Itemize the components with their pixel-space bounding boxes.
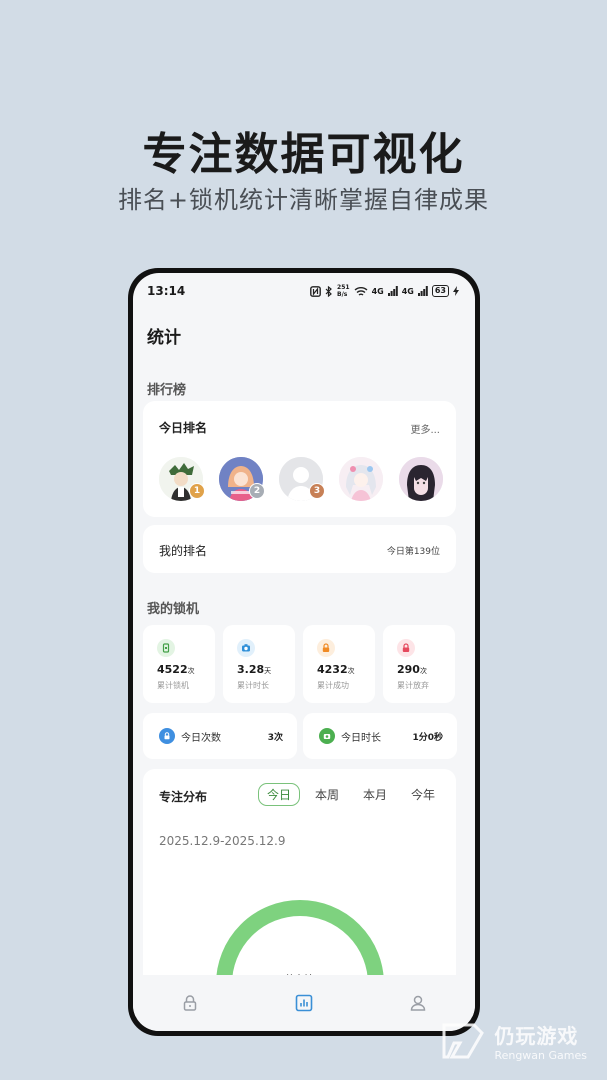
stat-value: 290次	[397, 663, 427, 676]
stat-number: 4232	[317, 663, 348, 676]
stats-nav-icon	[295, 994, 313, 1012]
today-time-label: 今日时长	[341, 733, 381, 744]
nav-lock[interactable]	[170, 983, 210, 1023]
stat-card-total-time[interactable]: 3.28天 累计时长	[223, 625, 295, 703]
lock-nav-icon	[183, 995, 197, 1011]
today-time-card[interactable]: 今日时长 1分0秒	[303, 713, 457, 759]
phone-frame: 13:14 251 B/s 4G 4G 63 统计 排行榜 今日排名 更多...	[128, 268, 480, 1036]
tab-week[interactable]: 本周	[306, 783, 348, 806]
charging-icon	[453, 286, 459, 296]
status-bar: 13:14 251 B/s 4G 4G 63	[133, 273, 475, 309]
focus-tabs: 今日 本周 本月 今年	[257, 783, 444, 806]
clock-icon	[237, 639, 255, 657]
tab-year[interactable]: 今年	[402, 783, 444, 806]
rank-badge-3-number: 3	[313, 486, 321, 496]
rank-badge-2-number: 2	[253, 486, 261, 496]
bottom-nav	[133, 975, 475, 1031]
profile-nav-icon	[410, 995, 426, 1011]
today-ranking-card[interactable]: 今日排名 更多... 1 2 3	[143, 401, 456, 517]
avatar-image	[399, 457, 443, 501]
wifi-icon	[354, 286, 368, 296]
nav-stats[interactable]	[284, 983, 324, 1023]
stat-unit: 次	[187, 667, 195, 675]
stat-card-total-success[interactable]: 4232次 累计成功	[303, 625, 375, 703]
promo-headline: 专注数据可视化	[142, 129, 465, 180]
stat-label: 累计锁机	[157, 681, 189, 690]
status-icons: 251 B/s 4G 4G 63	[310, 284, 459, 298]
ranking-avatar-4[interactable]	[339, 457, 383, 501]
net-speed: 251 B/s	[337, 284, 350, 298]
battery-indicator: 63	[431, 285, 449, 297]
signal1-label: 4G	[371, 286, 384, 296]
ranking-avatar-5[interactable]	[399, 457, 443, 501]
focus-title: 专注分布	[159, 790, 208, 804]
stat-number: 3.28	[237, 663, 265, 676]
avatar-image	[339, 457, 383, 501]
today-count-label: 今日次数	[181, 733, 221, 744]
focus-distribution-card: 专注分布 今日 本周 本月 今年 2025.12.9-2025.12.9 共专注	[143, 769, 456, 989]
status-time: 13:14	[147, 284, 186, 298]
stat-value: 3.28天	[237, 663, 271, 676]
stat-unit: 天	[264, 667, 272, 675]
ranking-section-label: 排行榜	[147, 383, 187, 398]
today-count-value: 3次	[267, 733, 283, 743]
rank-badge-1: 1	[189, 483, 205, 499]
phone-lock-icon	[157, 639, 175, 657]
stat-card-total-locks[interactable]: 4522次 累计锁机	[143, 625, 215, 703]
my-rank-value: 今日第139位	[386, 547, 440, 557]
rank-badge-1-number: 1	[193, 486, 201, 496]
stat-value: 4522次	[157, 663, 195, 676]
stat-unit: 次	[347, 667, 355, 675]
my-rank-card[interactable]: 我的排名 今日第139位	[143, 525, 456, 573]
watermark-cn: 仍玩游戏	[494, 1024, 579, 1048]
stat-card-total-giveup[interactable]: 290次 累计放弃	[383, 625, 455, 703]
today-ranking-title: 今日排名	[159, 421, 208, 435]
stat-unit: 次	[419, 667, 427, 675]
promo-subline: 排名+锁机统计清晰掌握自律成果	[117, 186, 490, 214]
stat-number: 4522	[157, 663, 188, 676]
watermark-en: Rengwan Games	[494, 1049, 587, 1062]
focus-date-range: 2025.12.9-2025.12.9	[159, 834, 286, 848]
stat-value: 4232次	[317, 663, 355, 676]
bluetooth-icon	[325, 285, 332, 297]
give-up-lock-icon	[397, 639, 415, 657]
signal-icon	[387, 286, 398, 296]
rank-badge-2: 2	[249, 483, 265, 499]
page-title: 统计	[147, 328, 181, 348]
today-time-value: 1分0秒	[412, 733, 443, 743]
lock-section-label: 我的锁机	[147, 602, 200, 617]
signal-icon-2	[417, 286, 428, 296]
my-rank-label: 我的排名	[159, 544, 208, 558]
stat-label: 累计成功	[317, 681, 349, 690]
watermark-logo-icon	[442, 1023, 485, 1059]
camera-clock-icon	[319, 728, 335, 744]
watermark: 仍玩游戏 Rengwan Games	[440, 1020, 587, 1062]
watermark-text: 仍玩游戏 Rengwan Games	[494, 1020, 587, 1062]
phone-screen: 13:14 251 B/s 4G 4G 63 统计 排行榜 今日排名 更多...	[133, 273, 475, 1031]
tab-today[interactable]: 今日	[257, 783, 300, 806]
stat-label: 累计时长	[237, 681, 269, 690]
nfc-icon	[310, 285, 321, 297]
ranking-more-link[interactable]: 更多...	[410, 421, 440, 436]
tab-month[interactable]: 本月	[354, 783, 396, 806]
stat-number: 290	[397, 663, 420, 676]
today-count-card[interactable]: 今日次数 3次	[143, 713, 297, 759]
lock-icon	[159, 728, 175, 744]
rank-badge-3: 3	[309, 483, 325, 499]
nav-profile[interactable]	[398, 983, 438, 1023]
stat-label: 累计放弃	[397, 681, 429, 690]
signal2-label: 4G	[401, 286, 414, 296]
success-lock-icon	[317, 639, 335, 657]
